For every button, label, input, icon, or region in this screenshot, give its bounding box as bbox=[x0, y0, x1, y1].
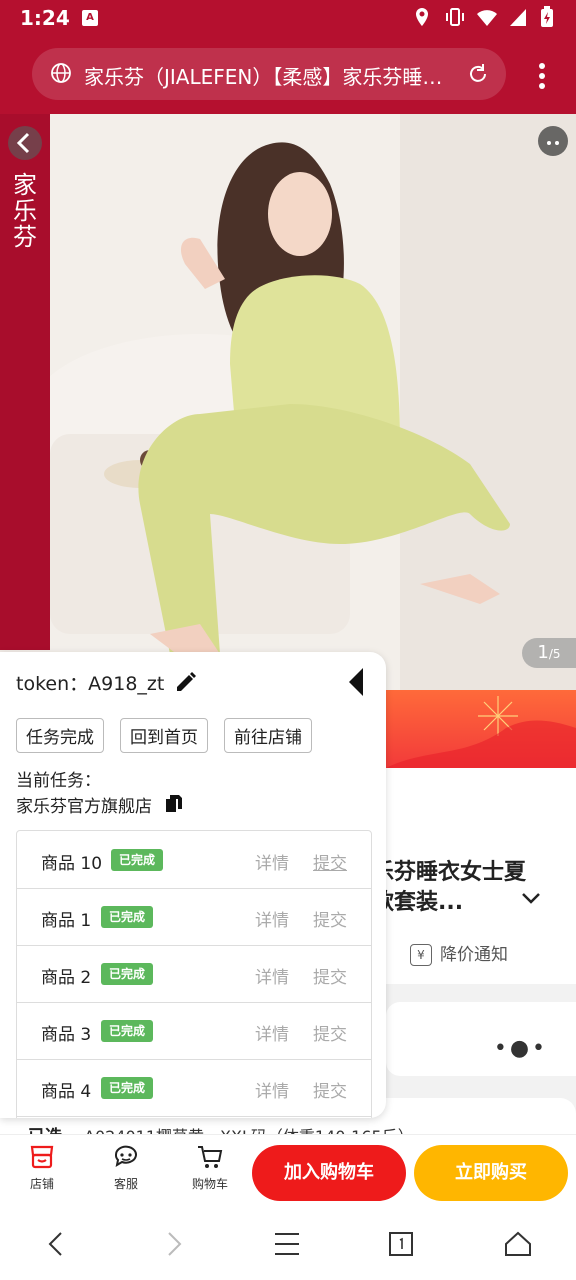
counter-total: /5 bbox=[548, 647, 561, 661]
detail-link[interactable]: 详情 bbox=[255, 906, 289, 931]
status-time: 1:24 bbox=[20, 6, 70, 30]
home-icon[interactable] bbox=[504, 1230, 532, 1262]
back-arrow-icon[interactable] bbox=[44, 1230, 68, 1262]
collapse-panel-icon[interactable] bbox=[348, 668, 364, 700]
status-icons bbox=[412, 6, 560, 28]
firework-icon bbox=[386, 696, 576, 768]
brand-strip: 家乐芬 bbox=[0, 114, 50, 650]
token-display: token：A918_zt bbox=[16, 669, 164, 696]
browser-toolbar: 家乐芬（JIALEFEN）【柔感】家乐芬睡衣女士夏季... bbox=[0, 36, 576, 114]
brand-name: 家乐芬 bbox=[13, 171, 37, 251]
list-item: 商品 2 已完成 详情 提交 bbox=[17, 945, 371, 1003]
edit-icon[interactable] bbox=[174, 670, 198, 698]
detail-link[interactable]: 详情 bbox=[255, 1077, 289, 1102]
token-value: A918_zt bbox=[88, 673, 165, 695]
list-item: 商品 10 已完成 详情 提交 bbox=[17, 831, 371, 889]
detail-link[interactable]: 详情 bbox=[255, 1020, 289, 1045]
tabs-icon[interactable] bbox=[388, 1230, 414, 1262]
status-badge: 已完成 bbox=[111, 849, 164, 871]
list-item: 商品 3 已完成 详情 提交 bbox=[17, 1002, 371, 1060]
submit-link[interactable]: 提交 bbox=[313, 1020, 347, 1045]
menu-icon[interactable] bbox=[274, 1230, 300, 1262]
item-name: 商品 2 bbox=[41, 968, 92, 988]
submit-link[interactable]: 提交 bbox=[313, 849, 347, 874]
notification-icon: A bbox=[82, 10, 98, 26]
product-title[interactable]: 乐芬睡衣女士夏 款套装... bbox=[372, 858, 552, 918]
chevron-down-icon[interactable] bbox=[520, 890, 542, 909]
chat-icon bbox=[114, 1145, 137, 1168]
task-item-list: 商品 10 已完成 详情 提交 商品 1 已完成 详情 提交 商品 2 已完成 … bbox=[16, 830, 372, 1118]
vibrate-icon bbox=[444, 6, 464, 28]
shop-label: 店铺 bbox=[29, 1177, 54, 1191]
list-item: 商品 1 已完成 详情 提交 bbox=[17, 888, 371, 946]
reload-icon[interactable] bbox=[466, 62, 490, 90]
submit-link[interactable]: 提交 bbox=[313, 1077, 347, 1102]
panel-button-row: 任务完成 回到首页 前往店铺 bbox=[16, 718, 312, 753]
current-task-name: 家乐芬官方旗舰店 bbox=[16, 797, 152, 817]
detail-link[interactable]: 详情 bbox=[255, 963, 289, 988]
status-badge: 已完成 bbox=[101, 963, 154, 985]
browser-nav-bar bbox=[0, 1208, 576, 1280]
cart-tab[interactable]: 购物车 bbox=[180, 1143, 240, 1192]
status-badge: 已完成 bbox=[101, 906, 154, 928]
globe-icon bbox=[50, 62, 72, 88]
location-icon bbox=[412, 6, 432, 28]
signal-icon bbox=[508, 6, 528, 28]
price-notice-label: 降价通知 bbox=[440, 945, 508, 965]
copy-icon[interactable] bbox=[164, 794, 184, 818]
price-drop-notice[interactable]: ¥ 降价通知 bbox=[410, 940, 508, 966]
counter-current: 1 bbox=[537, 642, 549, 663]
back-button[interactable] bbox=[8, 126, 42, 160]
status-bar: 1:24 A bbox=[0, 0, 576, 36]
product-title-line1: 乐芬睡衣女士夏 bbox=[372, 860, 527, 885]
yen-tag-icon: ¥ bbox=[410, 944, 432, 966]
list-item: 商品 4 已完成 详情 提交 bbox=[17, 1059, 371, 1117]
info-card[interactable]: •●• bbox=[386, 1002, 576, 1076]
product-photo bbox=[30, 114, 576, 690]
task-complete-button[interactable]: 任务完成 bbox=[16, 718, 104, 753]
promo-banner bbox=[386, 690, 576, 768]
battery-icon bbox=[540, 6, 560, 28]
purchase-action-bar: 店铺 客服 购物车 加入购物车 立即购买 bbox=[0, 1134, 576, 1209]
shop-tab[interactable]: 店铺 bbox=[12, 1143, 72, 1192]
detail-link[interactable]: 详情 bbox=[255, 849, 289, 874]
image-counter: 1/5 bbox=[522, 638, 576, 668]
item-name: 商品 10 bbox=[41, 854, 103, 874]
add-to-cart-button[interactable]: 加入购物车 bbox=[252, 1145, 406, 1201]
service-tab[interactable]: 客服 bbox=[96, 1143, 156, 1192]
service-label: 客服 bbox=[113, 1177, 138, 1191]
submit-link[interactable]: 提交 bbox=[313, 906, 347, 931]
item-name: 商品 3 bbox=[41, 1025, 92, 1045]
current-task-label: 当前任务： bbox=[16, 771, 101, 791]
address-bar[interactable]: 家乐芬（JIALEFEN）【柔感】家乐芬睡衣女士夏季... bbox=[32, 48, 506, 100]
buy-now-button[interactable]: 立即购买 bbox=[414, 1145, 568, 1201]
status-badge: 已完成 bbox=[101, 1077, 154, 1099]
more-menu-icon[interactable] bbox=[538, 62, 546, 94]
shop-icon bbox=[30, 1145, 54, 1169]
go-to-store-button[interactable]: 前往店铺 bbox=[224, 718, 312, 753]
back-home-button[interactable]: 回到首页 bbox=[120, 718, 208, 753]
cart-icon bbox=[198, 1146, 223, 1168]
item-name: 商品 4 bbox=[41, 1082, 92, 1102]
item-name: 商品 1 bbox=[41, 911, 92, 931]
status-badge: 已完成 bbox=[101, 1020, 154, 1042]
cart-label: 购物车 bbox=[191, 1177, 228, 1191]
more-button[interactable] bbox=[538, 126, 568, 156]
forward-arrow-icon[interactable] bbox=[162, 1230, 186, 1262]
carousel-dots-icon: •●• bbox=[493, 1036, 548, 1061]
task-panel: token：A918_zt 任务完成 回到首页 前往店铺 当前任务： 家乐芬官方… bbox=[0, 652, 386, 1118]
page-title: 家乐芬（JIALEFEN）【柔感】家乐芬睡衣女士夏季... bbox=[84, 65, 454, 89]
wifi-icon bbox=[476, 6, 497, 28]
token-label: token： bbox=[16, 673, 89, 695]
submit-link[interactable]: 提交 bbox=[313, 963, 347, 988]
product-image[interactable]: 家乐芬 1/5 bbox=[0, 114, 576, 690]
